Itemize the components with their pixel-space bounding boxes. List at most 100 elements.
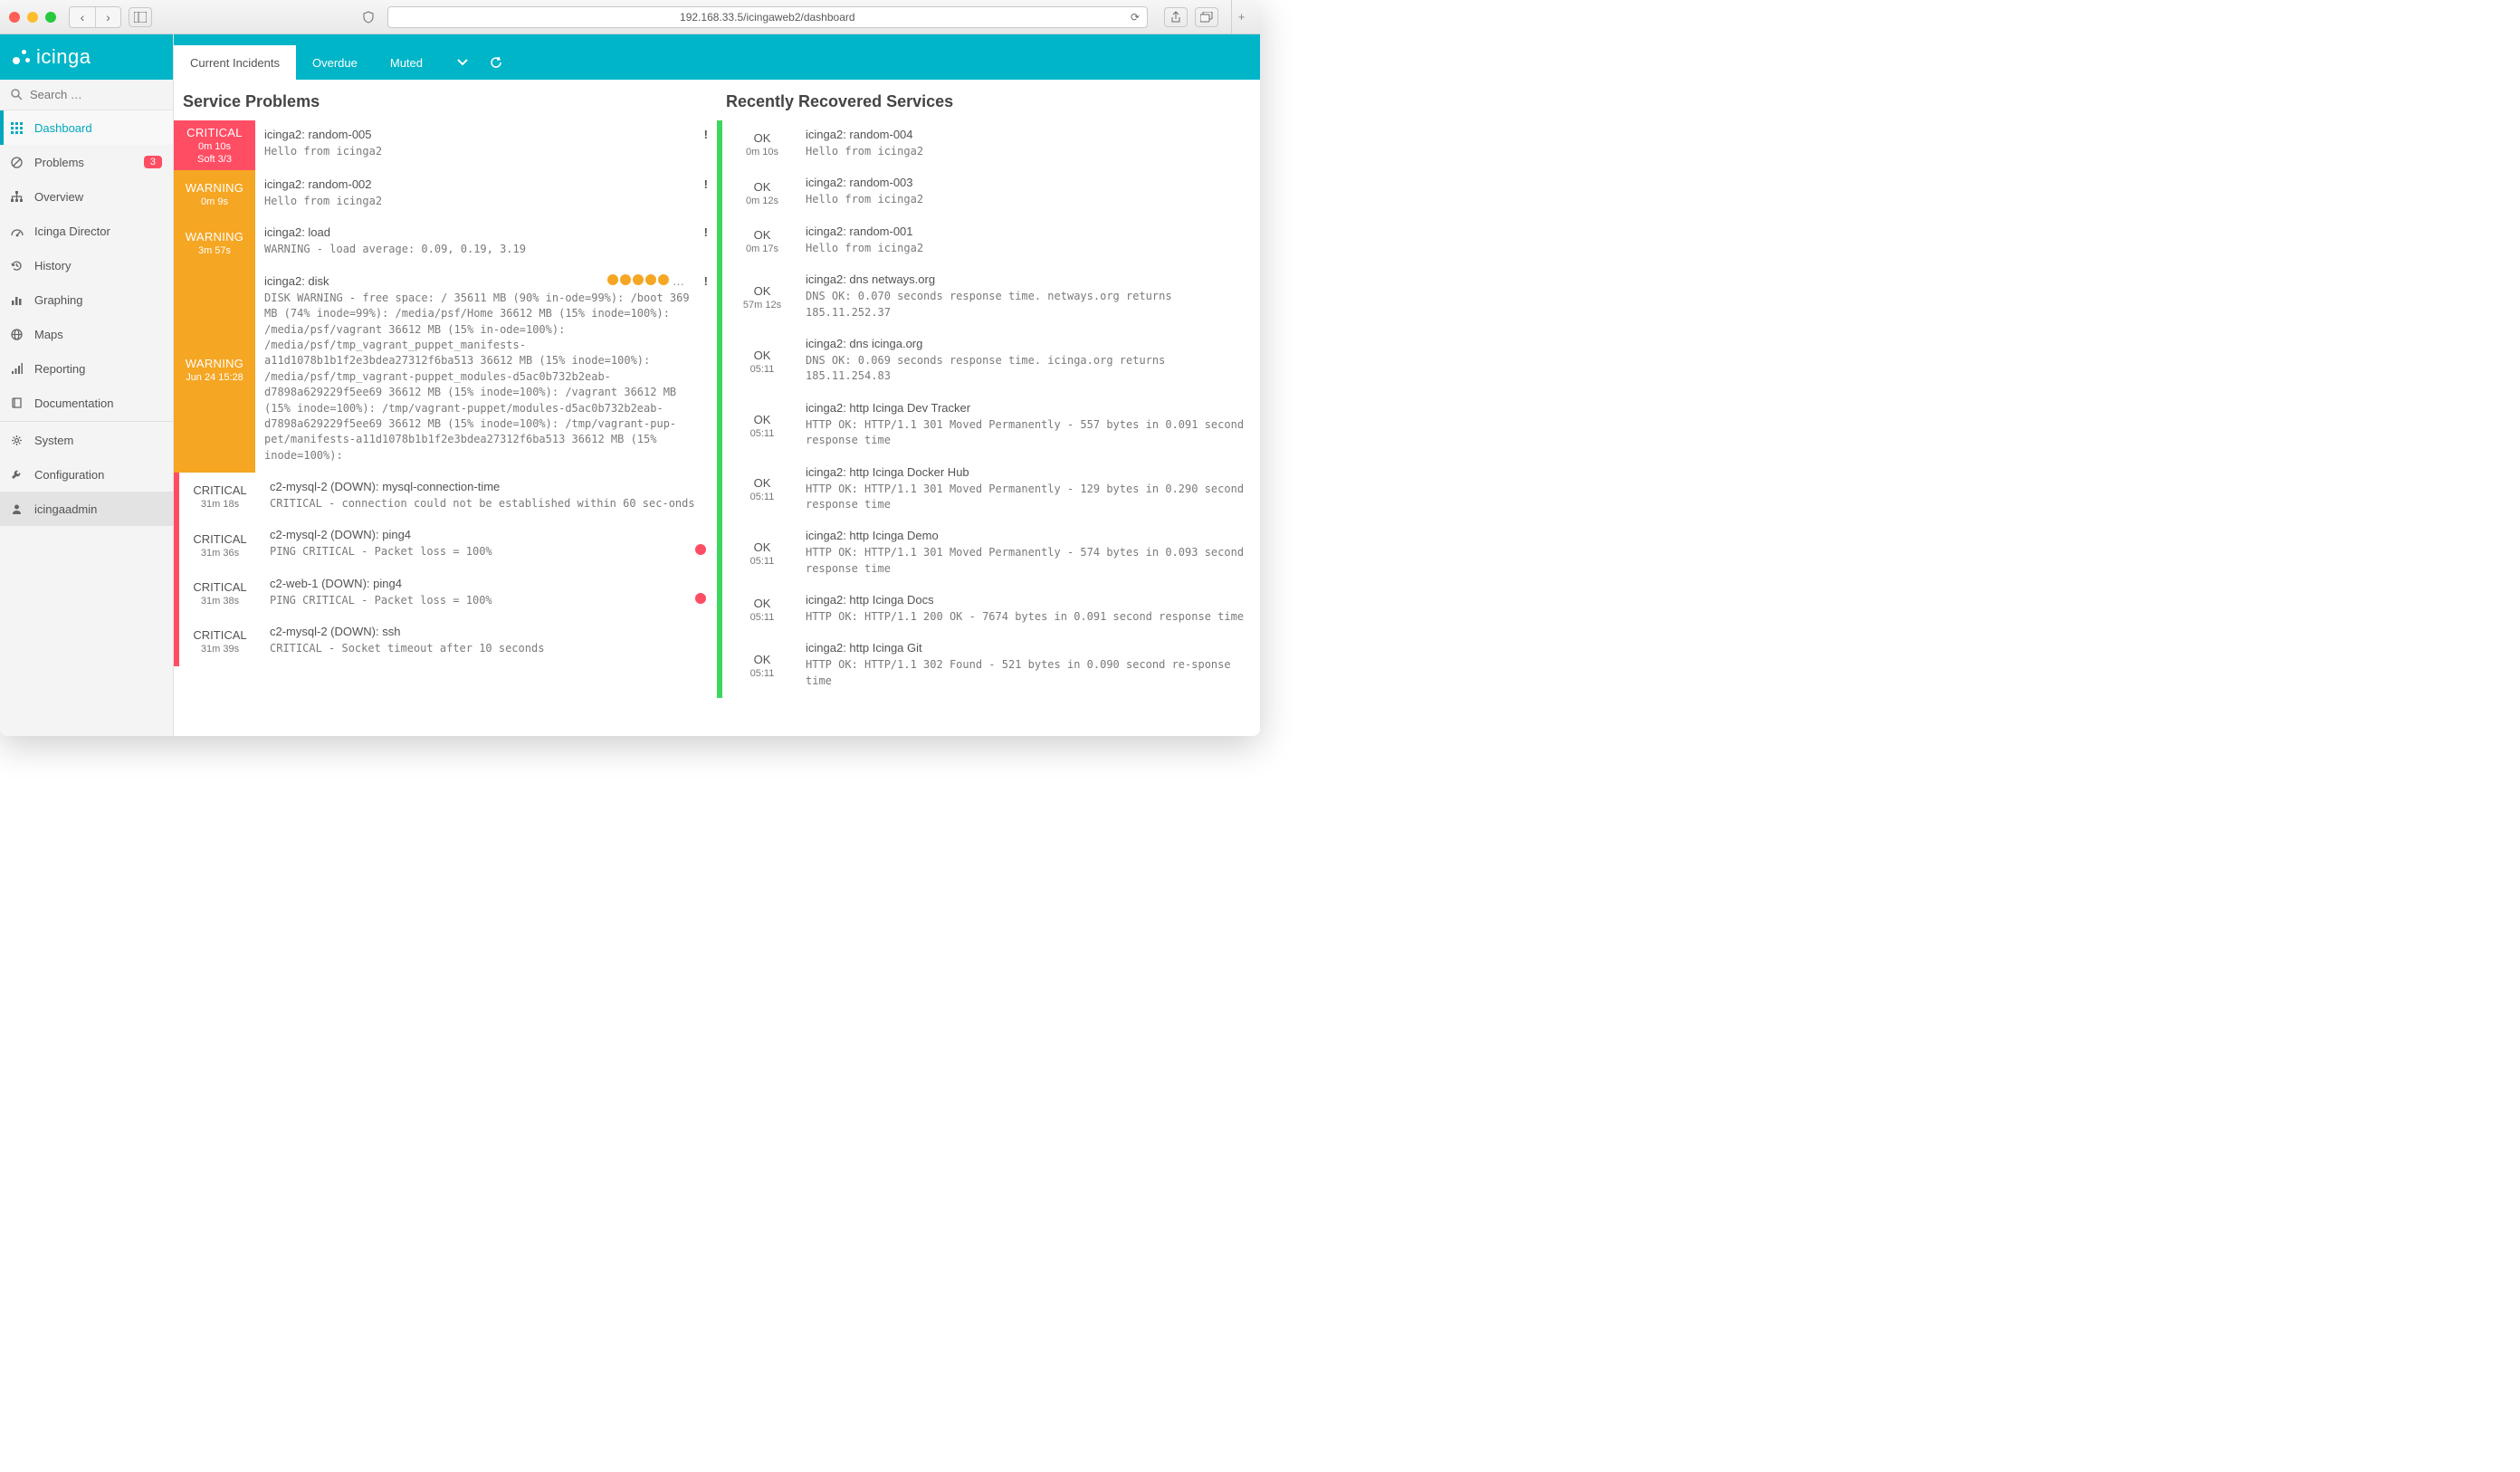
- status-box: OK0m 10s: [722, 120, 802, 168]
- row-body: !icinga2: random-002Hello from icinga2: [255, 170, 717, 218]
- service-problem-row[interactable]: WARNINGJun 24 15:28!…icinga2: diskDISK W…: [174, 267, 717, 473]
- service-problem-row[interactable]: CRITICAL0m 10sSoft 3/3!icinga2: random-0…: [174, 120, 717, 170]
- window-maximize-icon[interactable]: [45, 12, 56, 23]
- status-box: OK05:11: [722, 330, 802, 394]
- sidebar-item-label: Overview: [34, 190, 83, 204]
- sidebar-item-graphing[interactable]: Graphing: [0, 282, 173, 317]
- service-problem-row[interactable]: CRITICAL31m 38sc2-web-1 (DOWN): ping4PIN…: [174, 569, 717, 617]
- sidebar-item-icinga-director[interactable]: Icinga Director: [0, 214, 173, 248]
- logo[interactable]: icinga: [11, 45, 91, 69]
- row-body: icinga2: random-003Hello from icinga2: [802, 168, 1260, 216]
- refresh-icon[interactable]: [490, 56, 502, 69]
- sidebar-item-system[interactable]: System: [0, 423, 173, 457]
- tab-overdue[interactable]: Overdue: [296, 45, 374, 80]
- service-title: icinga2: http Icinga Demo: [806, 529, 1251, 542]
- tab-muted[interactable]: Muted: [374, 45, 439, 80]
- search-box[interactable]: [0, 80, 173, 110]
- row-body: icinga2: http Icinga Docker HubHTTP OK: …: [802, 458, 1260, 522]
- service-problem-row[interactable]: WARNING0m 9s!icinga2: random-002Hello fr…: [174, 170, 717, 218]
- status-time: 31m 39s: [201, 644, 239, 655]
- status-time: 05:11: [750, 556, 775, 567]
- sidebar-item-reporting[interactable]: Reporting: [0, 351, 173, 386]
- new-tab-button[interactable]: +: [1231, 0, 1251, 34]
- service-title: icinga2: http Icinga Dev Tracker: [806, 401, 1251, 415]
- service-output: HTTP OK: HTTP/1.1 200 OK - 7674 bytes in…: [806, 609, 1251, 625]
- sidebar-nav: Dashboard Problems3 Overview Icinga Directo…: [0, 110, 173, 526]
- status-box: WARNING0m 9s: [174, 170, 255, 218]
- service-title: icinga2: http Icinga Docs: [806, 593, 1251, 607]
- sidebar-item-problems[interactable]: Problems3: [0, 145, 173, 179]
- recovered-service-row[interactable]: OK0m 12sicinga2: random-003Hello from ic…: [717, 168, 1260, 216]
- status-state: OK: [754, 131, 771, 145]
- perf-dot-icon: [607, 274, 618, 285]
- service-output: PING CRITICAL - Packet loss = 100%: [270, 593, 708, 608]
- row-body: icinga2: random-001Hello from icinga2: [802, 217, 1260, 265]
- browser-url-bar[interactable]: 192.168.33.5/icingaweb2/dashboard ⟳: [387, 6, 1148, 28]
- sidebar-item-configuration[interactable]: Configuration: [0, 457, 173, 492]
- recovered-service-row[interactable]: OK0m 17sicinga2: random-001Hello from ic…: [717, 217, 1260, 265]
- recovered-service-row[interactable]: OK57m 12sicinga2: dns netways.orgDNS OK:…: [717, 265, 1260, 330]
- logo-bar: icinga: [0, 34, 173, 80]
- status-time: Jun 24 15:28: [186, 372, 243, 383]
- window-close-icon[interactable]: [9, 12, 20, 23]
- recovered-service-row[interactable]: OK05:11icinga2: http Icinga DemoHTTP OK:…: [717, 521, 1260, 586]
- shield-icon[interactable]: [357, 7, 380, 27]
- unhandled-icon: !: [704, 177, 708, 191]
- service-problems-title: Service Problems: [174, 80, 717, 120]
- recovered-service-row[interactable]: OK05:11icinga2: http Icinga DocsHTTP OK:…: [717, 586, 1260, 634]
- status-soft: Soft 3/3: [197, 154, 232, 165]
- sidebar-item-dashboard[interactable]: Dashboard: [0, 110, 173, 145]
- status-state: CRITICAL: [193, 628, 246, 642]
- sidebar-item-label: System: [34, 434, 73, 447]
- row-body: icinga2: random-004Hello from icinga2: [802, 120, 1260, 168]
- service-output: Hello from icinga2: [806, 144, 1251, 159]
- status-state: WARNING: [186, 357, 243, 370]
- sidebar-item-icingaadmin[interactable]: icingaadmin: [0, 492, 173, 526]
- logo-icon: [11, 47, 31, 67]
- status-state: OK: [754, 597, 771, 610]
- status-state: OK: [754, 180, 771, 194]
- sidebar-item-history[interactable]: History: [0, 248, 173, 282]
- recovered-service-row[interactable]: OK05:11icinga2: http Icinga Docker HubHT…: [717, 458, 1260, 522]
- logo-text: icinga: [36, 45, 91, 69]
- service-output: HTTP OK: HTTP/1.1 301 Moved Permanently …: [806, 482, 1251, 513]
- search-input[interactable]: [30, 88, 189, 101]
- recovered-service-row[interactable]: OK0m 10sicinga2: random-004Hello from ic…: [717, 120, 1260, 168]
- sidebar-item-label: icingaadmin: [34, 502, 97, 516]
- row-body: icinga2: http Icinga GitHTTP OK: HTTP/1.…: [802, 634, 1260, 698]
- recovered-service-row[interactable]: OK05:11icinga2: dns icinga.orgDNS OK: 0.…: [717, 330, 1260, 394]
- service-problem-row[interactable]: CRITICAL31m 36sc2-mysql-2 (DOWN): ping4P…: [174, 521, 717, 569]
- sidebar-toggle-icon[interactable]: [129, 7, 152, 27]
- sidebar-item-documentation[interactable]: Documentation: [0, 386, 173, 420]
- browser-forward-button[interactable]: ›: [95, 7, 120, 27]
- chevron-down-icon[interactable]: [457, 59, 468, 66]
- reload-icon[interactable]: ⟳: [1131, 11, 1140, 24]
- service-problems-column: Service Problems CRITICAL0m 10sSoft 3/3!…: [174, 80, 717, 736]
- recovered-service-row[interactable]: OK05:11icinga2: http Icinga Dev TrackerH…: [717, 394, 1260, 458]
- status-state: CRITICAL: [186, 126, 243, 139]
- share-icon[interactable]: [1164, 7, 1188, 27]
- sidebar-item-label: Reporting: [34, 362, 85, 376]
- bars-icon: [11, 294, 25, 306]
- unhandled-icon: !: [704, 225, 708, 239]
- service-problem-row[interactable]: WARNING3m 57s!icinga2: loadWARNING - loa…: [174, 218, 717, 266]
- dashboard-content: Service Problems CRITICAL0m 10sSoft 3/3!…: [174, 80, 1260, 736]
- window-minimize-icon[interactable]: [27, 12, 38, 23]
- tab-current-incidents[interactable]: Current Incidents: [174, 45, 296, 80]
- traffic-lights: [9, 12, 56, 23]
- recovered-service-row[interactable]: OK05:11icinga2: http Icinga GitHTTP OK: …: [717, 634, 1260, 698]
- sidebar-item-label: Dashboard: [34, 121, 92, 135]
- status-time: 57m 12s: [743, 300, 781, 311]
- browser-back-button[interactable]: ‹: [70, 7, 95, 27]
- status-state: CRITICAL: [193, 532, 246, 546]
- row-body: c2-mysql-2 (DOWN): ping4PING CRITICAL - …: [261, 521, 717, 569]
- sidebar-item-label: Problems: [34, 156, 84, 169]
- service-title: icinga2: dns icinga.org: [806, 337, 1251, 350]
- service-problem-row[interactable]: CRITICAL31m 18sc2-mysql-2 (DOWN): mysql-…: [174, 473, 717, 521]
- sidebar-item-maps[interactable]: Maps: [0, 317, 173, 351]
- service-problem-row[interactable]: CRITICAL31m 39sc2-mysql-2 (DOWN): sshCRI…: [174, 617, 717, 665]
- history-icon: [11, 260, 25, 272]
- sidebar-item-overview[interactable]: Overview: [0, 179, 173, 214]
- sidebar-item-label: History: [34, 259, 71, 272]
- tabs-icon[interactable]: [1195, 7, 1218, 27]
